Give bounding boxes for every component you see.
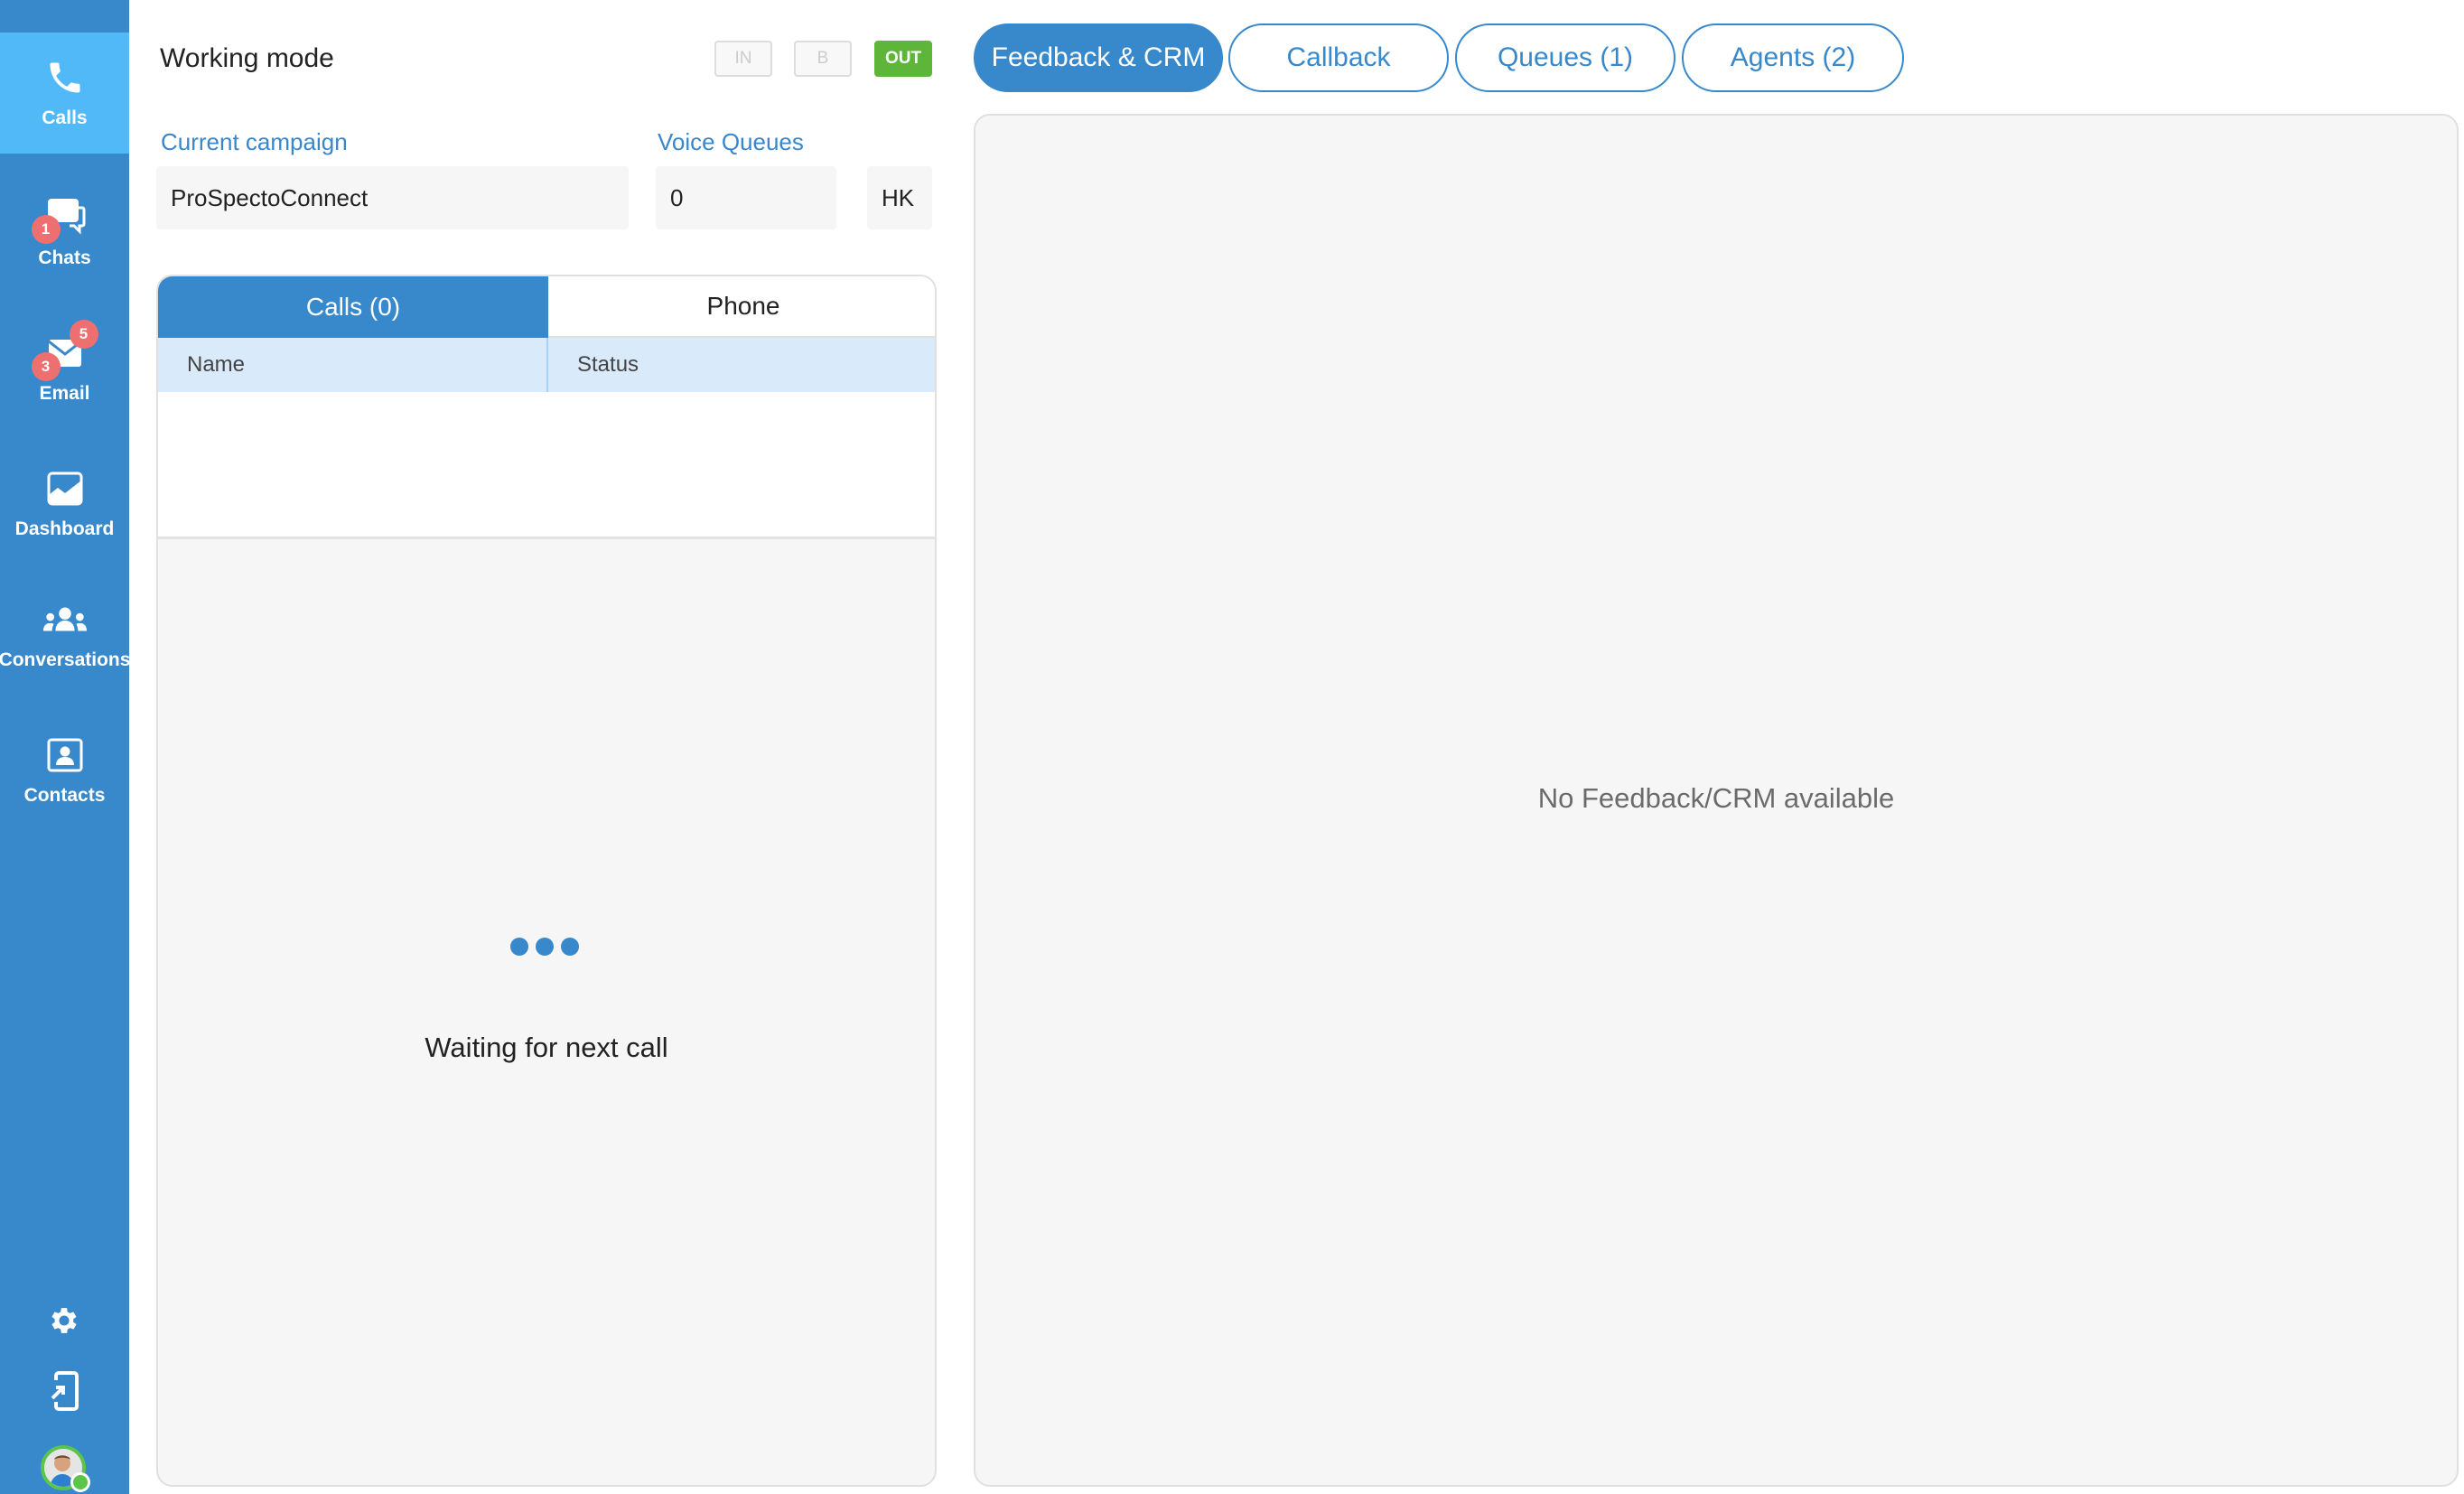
sidebar-item-label: Conversations: [0, 649, 131, 670]
current-campaign-field[interactable]: ProSpectoConnect: [156, 166, 629, 229]
current-campaign-label: Current campaign: [161, 128, 348, 155]
sidebar-item-label: Chats: [38, 247, 91, 268]
sidebar-item-calls[interactable]: Calls: [0, 33, 129, 154]
sidebar-item-label: Calls: [42, 107, 88, 128]
gear-icon[interactable]: [42, 1298, 87, 1343]
mode-break-button[interactable]: B: [794, 41, 852, 77]
chats-badge: 1: [31, 214, 61, 244]
sidebar-item-label: Email: [39, 382, 90, 404]
online-status-indicator: [70, 1472, 90, 1492]
sidebar-item-dashboard[interactable]: Dashboard: [0, 443, 129, 565]
chart-icon: [42, 468, 88, 509]
sidebar-item-contacts[interactable]: Contacts: [0, 709, 129, 831]
phone-icon: [42, 57, 88, 98]
email-badge-new: 5: [69, 319, 98, 349]
voice-queues-label: Voice Queues: [658, 128, 804, 155]
crm-empty-text: No Feedback/CRM available: [1537, 782, 1895, 814]
tab-feedback-crm[interactable]: Feedback & CRM: [974, 23, 1223, 92]
sidebar-item-conversations[interactable]: Conversations: [0, 574, 131, 696]
tab-callback[interactable]: Callback: [1228, 23, 1449, 92]
calls-panel: Calls (0) Phone Name Status Waiting for …: [156, 275, 937, 1487]
tab-agents[interactable]: Agents (2): [1682, 23, 1904, 92]
voice-queues-extra-field[interactable]: HK: [867, 166, 932, 229]
loading-dots-icon: [510, 938, 579, 956]
email-badge-unread: 3: [31, 351, 61, 381]
waiting-status-text: Waiting for next call: [425, 1032, 668, 1063]
working-mode-title: Working mode: [160, 43, 334, 73]
voice-queues-field[interactable]: 0: [656, 166, 836, 229]
calls-table-body: [158, 392, 935, 539]
sidebar-item-label: Dashboard: [14, 518, 115, 539]
column-name[interactable]: Name: [158, 338, 548, 392]
tab-calls[interactable]: Calls (0): [158, 276, 548, 338]
tab-queues[interactable]: Queues (1): [1455, 23, 1675, 92]
sidebar-item-label: Contacts: [23, 784, 106, 806]
contact-card-icon: [42, 734, 88, 776]
column-status[interactable]: Status: [548, 338, 935, 392]
envelope-icon: 3 5: [31, 319, 98, 381]
group-icon: [42, 599, 88, 640]
chat-bubbles-icon: 1: [31, 197, 88, 244]
feedback-crm-panel: No Feedback/CRM available: [974, 114, 2459, 1487]
mode-out-button[interactable]: OUT: [874, 41, 932, 77]
sidebar: Calls 1 Chats 3 5 Email Dashboard Conver…: [0, 0, 131, 1494]
sidebar-item-chats[interactable]: 1 Chats: [0, 172, 129, 294]
sidebar-item-email[interactable]: 3 5 Email: [0, 307, 129, 429]
calls-table-header: Name Status: [158, 338, 935, 392]
device-login-icon[interactable]: [42, 1368, 87, 1414]
mode-in-button[interactable]: IN: [714, 41, 772, 77]
tab-phone[interactable]: Phone: [548, 276, 935, 338]
